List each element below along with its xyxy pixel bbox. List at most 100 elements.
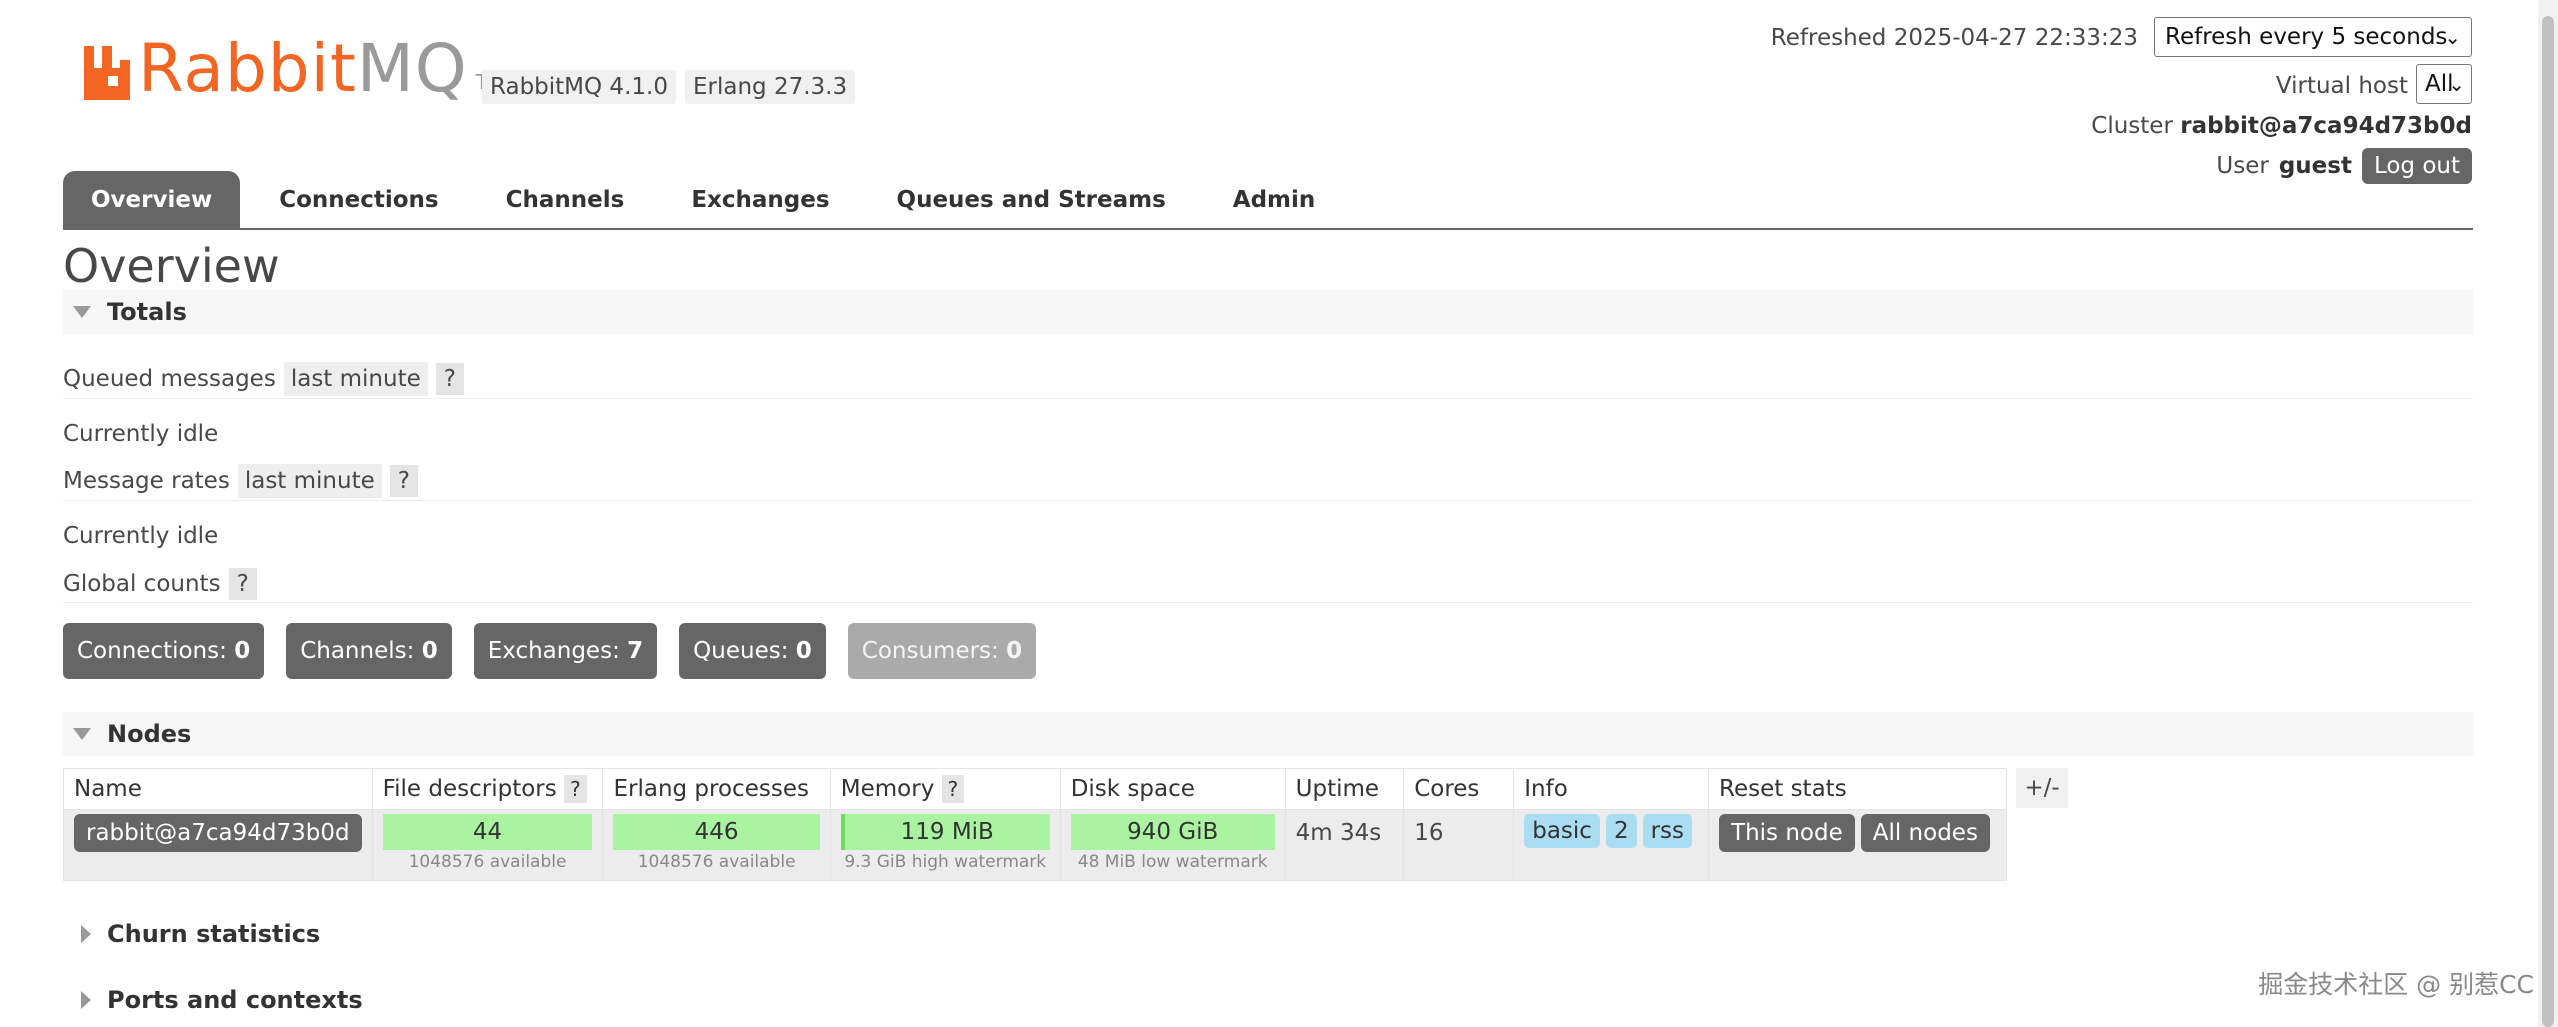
node-name-cell: rabbit@a7ca94d73b0d (63, 809, 373, 881)
tab-queues-and-streams[interactable]: Queues and Streams (869, 171, 1194, 229)
page-title: Overview (63, 239, 280, 293)
column-header-info: Info (1513, 768, 1710, 810)
column-header-memory[interactable]: Memory ? (829, 768, 1061, 810)
disk-space-watermark: 48 MiB low watermark (1077, 852, 1268, 872)
rabbitmq-version-badge: RabbitMQ 4.1.0 (482, 70, 676, 104)
memory-cell: 119 MiB 9.3 GiB high watermark (829, 809, 1061, 881)
erlang-version-badge: Erlang 27.3.3 (685, 70, 856, 104)
cluster-name: rabbit@a7ca94d73b0d (2180, 113, 2472, 139)
cluster-label: Cluster (2091, 113, 2173, 139)
disk-space-cell: 940 GiB 48 MiB low watermark (1059, 809, 1286, 881)
tab-divider (63, 228, 2473, 230)
nodes-header-row: Name File descriptors ? Erlang processes… (63, 768, 2007, 810)
column-header-cores[interactable]: Cores (1403, 768, 1515, 810)
file-descriptors-cell: 44 1048576 available (371, 809, 604, 881)
info-tag-rss: rss (1642, 814, 1693, 848)
file-descriptors-available: 1048576 available (408, 852, 567, 872)
triangle-down-icon (73, 728, 91, 740)
reset-this-node-button[interactable]: This node (1719, 814, 1855, 852)
churn-statistics-heading: Churn statistics (107, 920, 321, 948)
ports-and-contexts-heading: Ports and contexts (107, 986, 363, 1014)
nodes-section-header[interactable]: Nodes (63, 712, 2473, 756)
watermark-text: 掘金技术社区 @ 别惹CC (2258, 970, 2534, 999)
cores-cell: 16 (1403, 809, 1515, 881)
tab-overview[interactable]: Overview (63, 171, 241, 229)
rabbitmq-logo[interactable]: RabbitMQ TM (84, 30, 505, 107)
info-tag-basic: basic (1524, 814, 1600, 848)
column-header-name[interactable]: Name (63, 768, 373, 810)
queued-messages-label: Queued messages (63, 366, 276, 392)
message-rates-row: Message rates last minute ? (63, 464, 418, 498)
file-descriptors-bar: 44 (382, 814, 593, 850)
connections-count-button[interactable]: Connections: 0 (63, 623, 265, 679)
info-cell: basic 2 rss (1513, 809, 1710, 881)
virtual-host-select[interactable]: All ⌄ (2416, 64, 2472, 104)
queued-help-button[interactable]: ? (435, 363, 464, 395)
queues-count-button[interactable]: Queues: 0 (679, 623, 826, 679)
global-counts-label: Global counts (63, 571, 221, 597)
column-header-reset-stats: Reset stats (1708, 768, 2007, 810)
global-counts-help-button[interactable]: ? (228, 568, 257, 600)
node-name-link[interactable]: rabbit@a7ca94d73b0d (74, 814, 362, 852)
global-counts-row: Global counts ? (63, 568, 257, 600)
rates-help-button[interactable]: ? (389, 465, 418, 497)
memory-bar: 119 MiB (840, 814, 1050, 850)
reset-all-nodes-button[interactable]: All nodes (1860, 814, 1990, 852)
cores-value: 16 (1414, 820, 1444, 846)
uptime-cell: 4m 34s (1284, 809, 1405, 881)
cluster-info: Cluster rabbit@a7ca94d73b0d (2091, 110, 2472, 142)
help-button[interactable]: ? (941, 775, 965, 803)
disk-space-bar: 940 GiB (1070, 814, 1275, 850)
ports-and-contexts-section-header[interactable]: Ports and contexts (63, 978, 363, 1022)
totals-section-header[interactable]: Totals (63, 290, 2473, 334)
tab-admin[interactable]: Admin (1205, 171, 1344, 229)
table-row: rabbit@a7ca94d73b0d 44 1048576 available… (63, 809, 2007, 881)
column-header-file-descriptors[interactable]: File descriptors ? (371, 768, 604, 810)
help-button[interactable]: ? (564, 775, 587, 803)
refresh-interval-select[interactable]: Refresh every 5 seconds ⌄ (2154, 17, 2472, 57)
uptime-value: 4m 34s (1295, 820, 1382, 846)
user-label: User (2216, 153, 2269, 179)
tab-channels[interactable]: Channels (478, 171, 653, 229)
tab-connections[interactable]: Connections (251, 171, 466, 229)
rabbit-logo-icon (84, 46, 130, 100)
chevron-down-icon: ⌄ (2444, 25, 2461, 49)
logout-button[interactable]: Log out (2361, 148, 2472, 184)
erlang-processes-available: 1048576 available (637, 852, 796, 872)
queued-idle-text: Currently idle (63, 421, 219, 447)
main-tabs: Overview Connections Channels Exchanges … (63, 171, 1354, 229)
user-name: guest (2278, 153, 2352, 179)
info-tag-count: 2 (1605, 814, 1637, 848)
tab-exchanges[interactable]: Exchanges (663, 171, 857, 229)
virtual-host-label: Virtual host (2275, 73, 2408, 99)
consumers-count-button[interactable]: Consumers: 0 (847, 623, 1037, 679)
triangle-right-icon (81, 991, 91, 1009)
column-header-disk-space[interactable]: Disk space (1059, 768, 1286, 810)
column-toggle-button[interactable]: +/- (2016, 768, 2068, 808)
message-rates-label: Message rates (63, 468, 230, 494)
rates-range-select[interactable]: last minute (237, 464, 382, 498)
logo-wordmark: RabbitMQ (138, 30, 468, 107)
nodes-heading: Nodes (107, 720, 192, 748)
churn-statistics-section-header[interactable]: Churn statistics (63, 912, 320, 956)
divider (63, 398, 2473, 399)
reset-stats-cell: This node All nodes (1708, 809, 2007, 881)
column-header-uptime[interactable]: Uptime (1284, 768, 1405, 810)
refresh-interval-value: Refresh every 5 seconds (2165, 24, 2448, 50)
nodes-table: Name File descriptors ? Erlang processes… (63, 768, 2007, 881)
erlang-processes-cell: 446 1048576 available (602, 809, 831, 881)
global-counts: Connections: 0 Channels: 0 Exchanges: 7 … (63, 623, 1037, 679)
totals-heading: Totals (107, 298, 187, 326)
erlang-processes-bar: 446 (613, 814, 820, 850)
queued-messages-row: Queued messages last minute ? (63, 362, 464, 396)
memory-watermark: 9.3 GiB high watermark (844, 852, 1047, 872)
user-info: User guest Log out (2216, 148, 2472, 184)
column-header-erlang-processes[interactable]: Erlang processes (602, 768, 831, 810)
chevron-down-icon: ⌄ (2448, 72, 2465, 96)
queued-range-select[interactable]: last minute (283, 362, 428, 396)
triangle-right-icon (81, 925, 91, 943)
exchanges-count-button[interactable]: Exchanges: 7 (473, 623, 658, 679)
channels-count-button[interactable]: Channels: 0 (286, 623, 452, 679)
scrollbar-thumb[interactable] (2542, 16, 2554, 1027)
refreshed-timestamp: Refreshed 2025-04-27 22:33:23 (1770, 25, 2138, 51)
